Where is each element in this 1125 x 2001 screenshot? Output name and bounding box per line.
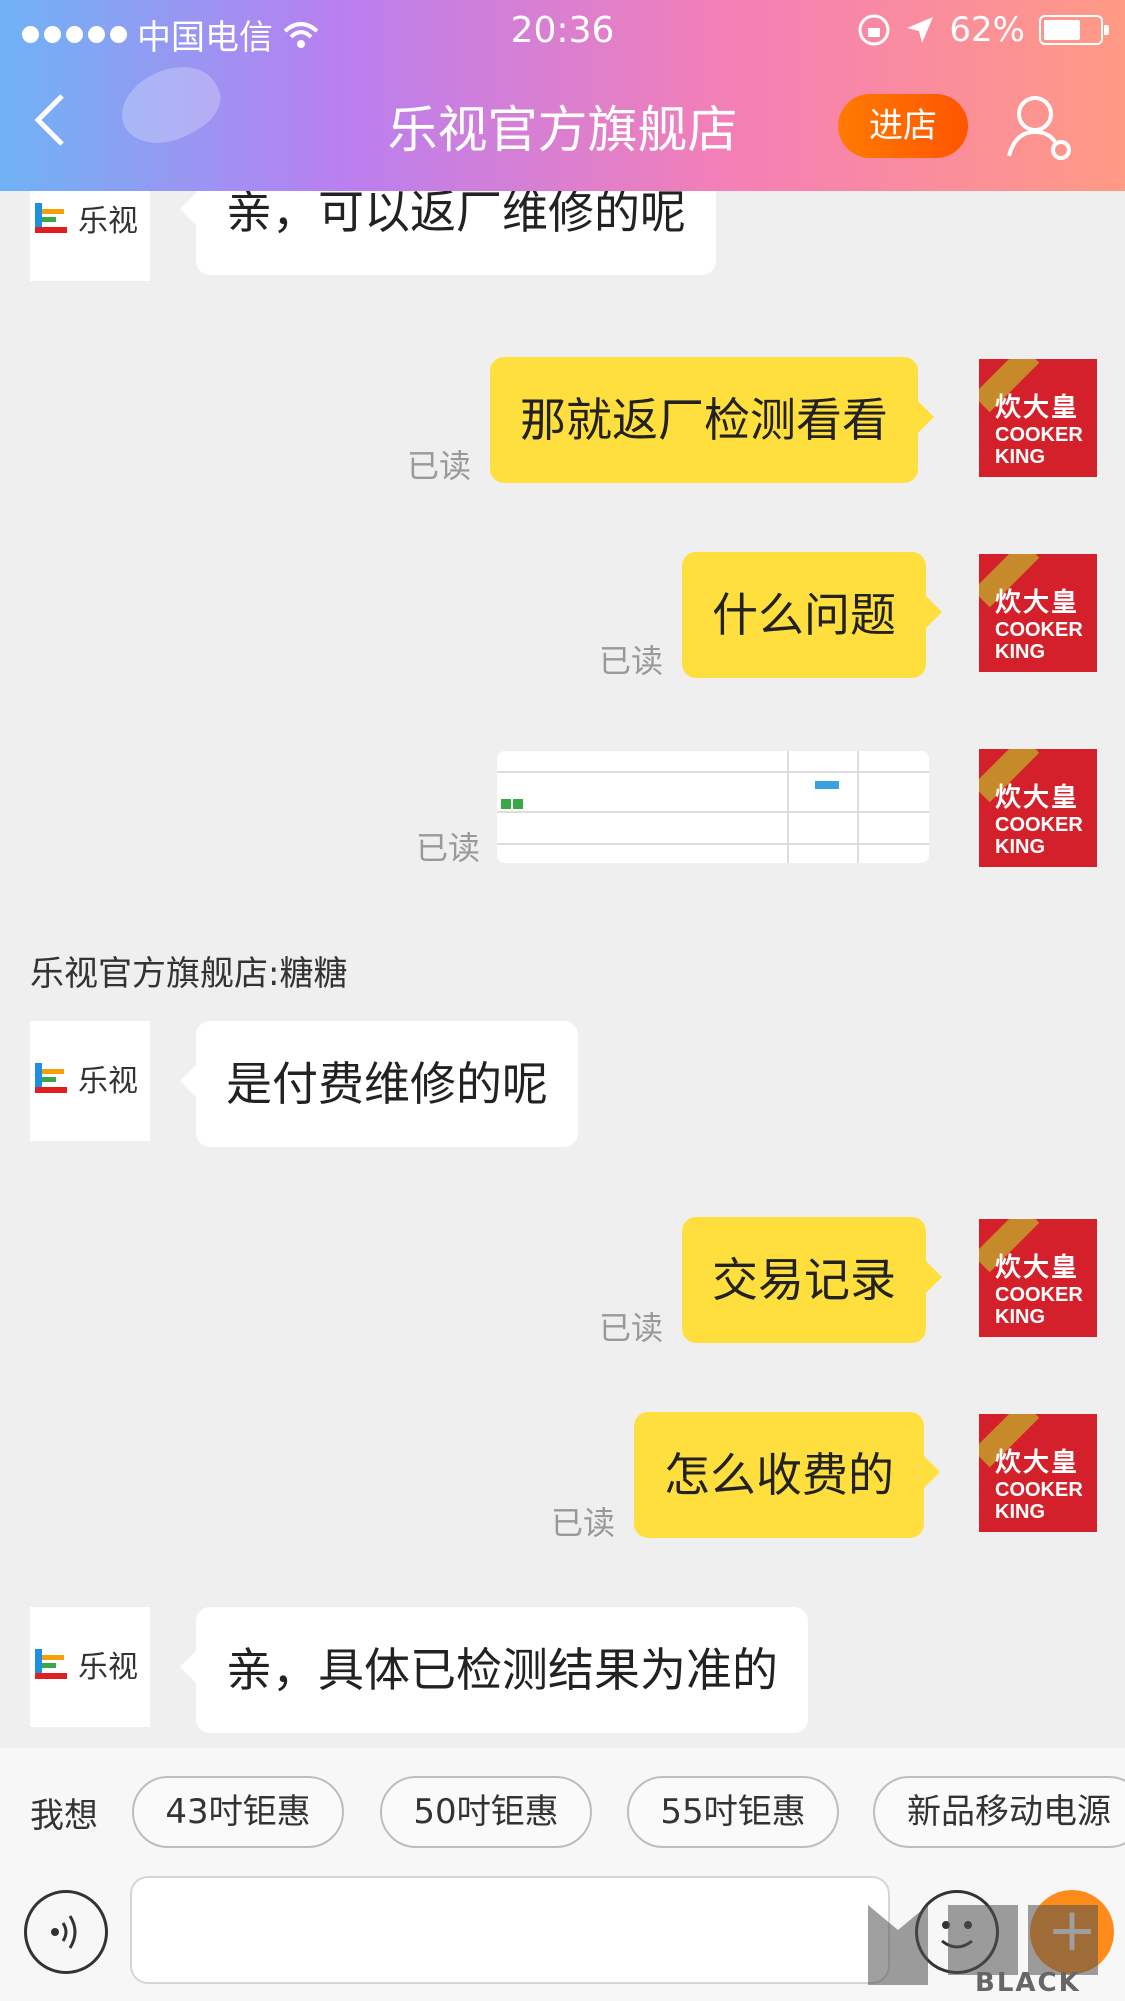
chat-area[interactable]: 乐视 亲，可以返厂维修的呢 已读 那就返厂检测看看 炊大皇 COOKER KING … [0,191,1125,1748]
quick-reply-chip[interactable]: 新品移动电源 [873,1776,1125,1848]
read-status: 已读 [599,642,664,680]
enter-store-button[interactable]: 进店 [838,94,968,158]
quick-reply-chip[interactable]: 55吋钜惠 [627,1776,839,1848]
quick-reply-chip[interactable]: 43吋钜惠 [132,1776,344,1848]
svg-text:乐视: 乐视 [78,204,138,239]
quick-reply-label: 我想 [30,1796,98,1836]
message-bubble[interactable]: 亲，可以返厂维修的呢 [180,191,716,275]
user-avatar[interactable]: 炊大皇 COOKER KING [979,1219,1097,1337]
message-bubble[interactable]: 怎么收费的 [634,1412,940,1538]
user-avatar[interactable]: 炊大皇 COOKER KING [979,749,1097,867]
svg-text:乐视: 乐视 [78,1650,138,1685]
user-avatar[interactable]: 炊大皇 COOKER KING [979,554,1097,672]
user-settings-icon [1007,96,1071,160]
quick-reply-chip[interactable]: 50吋钜惠 [380,1776,592,1848]
voice-icon [51,1915,77,1949]
message-bubble[interactable]: 什么问题 [682,552,942,678]
watermark-text: BLACK CAT [975,1968,1081,2001]
message-bubble[interactable]: 亲，具体已检测结果为准的 [180,1607,808,1733]
battery-percent: 62% [949,10,1025,50]
read-status: 已读 [407,447,472,485]
message-bubble[interactable]: 是付费维修的呢 [180,1021,578,1147]
user-avatar[interactable]: 炊大皇 COOKER KING [979,1414,1097,1532]
letv-logo-icon: 乐视 [35,203,138,239]
user-settings-button[interactable] [1005,92,1075,162]
shop-avatar[interactable]: 乐视 [30,1607,150,1727]
letv-logo-icon: 乐视 [35,1649,138,1685]
shop-avatar[interactable]: 乐视 [30,1021,150,1141]
message-bubble[interactable]: 那就返厂检测看看 [490,357,934,483]
read-status: 已读 [599,1309,664,1347]
status-bar: 中国电信 20:36 62% [0,0,1125,60]
letv-logo-icon: 乐视 [35,1063,138,1099]
voice-input-button[interactable] [24,1890,108,1974]
svg-text:乐视: 乐视 [78,1064,138,1099]
message-input[interactable] [130,1876,890,1984]
top-header: 中国电信 20:36 62% 乐视官方旗舰店 进店 [0,0,1125,191]
battery-icon [1039,15,1109,45]
quick-reply-bar: 我想 43吋钜惠 50吋钜惠 55吋钜惠 新品移动电源 [0,1748,1125,1868]
rotation-lock-icon [858,14,890,46]
order-screenshot-image[interactable] [497,751,929,863]
user-avatar[interactable]: 炊大皇 COOKER KING [979,359,1097,477]
read-status: 已读 [416,829,481,867]
read-status: 已读 [551,1504,616,1542]
sender-name: 乐视官方旗舰店:糖糖 [30,954,348,994]
shop-avatar[interactable]: 乐视 [30,191,150,281]
location-arrow-icon [907,17,934,43]
message-bubble[interactable]: 交易记录 [682,1217,942,1343]
